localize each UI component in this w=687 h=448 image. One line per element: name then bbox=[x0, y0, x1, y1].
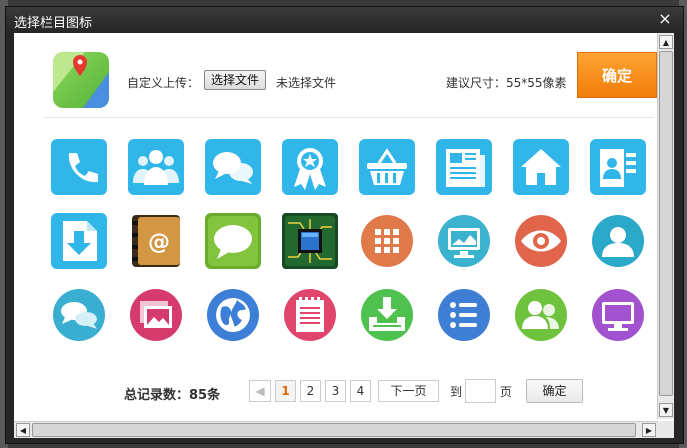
notepad-icon[interactable] bbox=[282, 287, 338, 343]
scroll-right-icon[interactable]: ▶ bbox=[642, 423, 656, 437]
select-icon-dialog: 选择栏目图标 × 自定义上传： 选择文件 未选择文件 建议尺寸：55*55像素 … bbox=[5, 6, 684, 444]
dialog-content: 自定义上传： 选择文件 未选择文件 建议尺寸：55*55像素 确定 @ 总记录数… bbox=[14, 33, 674, 438]
horizontal-scroll-thumb[interactable] bbox=[32, 423, 636, 437]
scrollbar-corner bbox=[658, 421, 674, 438]
contact-card-icon[interactable] bbox=[590, 139, 646, 195]
page-2-button[interactable]: 2 bbox=[300, 380, 321, 402]
goto-label: 到 bbox=[450, 385, 463, 399]
photo-gallery-icon[interactable] bbox=[128, 287, 184, 343]
users-icon[interactable] bbox=[513, 287, 569, 343]
file-status: 未选择文件 bbox=[276, 76, 337, 90]
horizontal-scrollbar[interactable]: ◀ ▶ bbox=[14, 421, 674, 438]
address-book-icon[interactable]: @ bbox=[128, 213, 184, 269]
prev-page-button[interactable]: ◀ bbox=[249, 380, 271, 402]
scroll-up-icon[interactable]: ▲ bbox=[659, 35, 673, 49]
list-icon[interactable] bbox=[436, 287, 492, 343]
home-icon[interactable] bbox=[513, 139, 569, 195]
total-records: 总记录数：85条 bbox=[124, 388, 221, 403]
vertical-scrollbar[interactable]: ▲ ▼ bbox=[657, 33, 674, 419]
size-hint: 建议尺寸：55*55像素 bbox=[446, 76, 567, 90]
next-page-button[interactable]: 下一页 bbox=[378, 380, 439, 402]
close-icon[interactable]: × bbox=[657, 10, 673, 28]
page-4-button[interactable]: 4 bbox=[350, 380, 371, 402]
goto-page-input[interactable] bbox=[465, 379, 496, 403]
goto-confirm-button[interactable]: 确定 bbox=[526, 379, 583, 403]
monitor-chart-icon[interactable] bbox=[436, 213, 492, 269]
divider bbox=[44, 117, 654, 118]
eye-icon[interactable] bbox=[513, 213, 569, 269]
chat-bubbles-icon[interactable] bbox=[205, 139, 261, 195]
phone-icon[interactable] bbox=[51, 139, 107, 195]
newspaper-icon[interactable] bbox=[436, 139, 492, 195]
map-pin-icon bbox=[53, 52, 109, 108]
computer-monitor-icon[interactable] bbox=[590, 287, 646, 343]
ok-button[interactable]: 确定 bbox=[577, 52, 657, 98]
scroll-left-icon[interactable]: ◀ bbox=[16, 423, 30, 437]
team-icon[interactable] bbox=[128, 139, 184, 195]
user-profile-icon[interactable] bbox=[590, 213, 646, 269]
grid-apps-icon[interactable] bbox=[359, 213, 415, 269]
page-1-button[interactable]: 1 bbox=[275, 380, 296, 402]
svg-text:@: @ bbox=[148, 230, 170, 255]
dialog-titlebar: 选择栏目图标 × bbox=[6, 7, 683, 33]
chat-conversation-icon[interactable] bbox=[51, 287, 107, 343]
page-3-button[interactable]: 3 bbox=[325, 380, 346, 402]
selected-icon-preview bbox=[53, 52, 109, 108]
download-file-icon[interactable] bbox=[51, 213, 107, 269]
award-badge-icon[interactable] bbox=[282, 139, 338, 195]
speech-bubble-icon[interactable] bbox=[205, 213, 261, 269]
shopping-basket-icon[interactable] bbox=[359, 139, 415, 195]
circuit-chip-icon[interactable] bbox=[282, 213, 338, 269]
choose-file-button[interactable]: 选择文件 bbox=[204, 70, 267, 90]
dialog-title: 选择栏目图标 bbox=[14, 16, 93, 31]
globe-icon[interactable] bbox=[205, 287, 261, 343]
vertical-scroll-thumb[interactable] bbox=[659, 51, 673, 396]
download-box-icon[interactable] bbox=[359, 287, 415, 343]
page-unit-label: 页 bbox=[500, 385, 513, 399]
scroll-down-icon[interactable]: ▼ bbox=[659, 403, 673, 417]
upload-label: 自定义上传： bbox=[127, 76, 200, 90]
